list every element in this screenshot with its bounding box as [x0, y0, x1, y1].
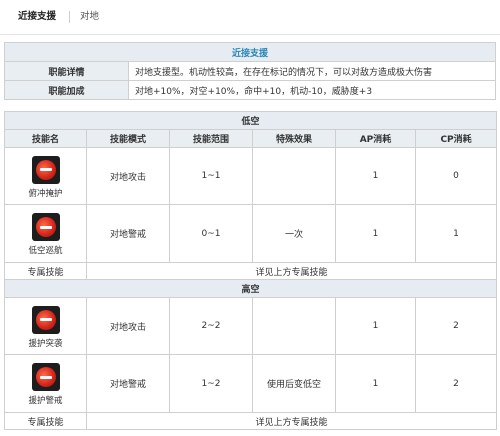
- red-disc-skill-icon: [31, 305, 60, 334]
- skill-name: 低空巡航: [28, 246, 63, 256]
- skill-mode: 对地警戒: [86, 354, 170, 413]
- tab-close-support[interactable]: 近接支援: [18, 0, 56, 34]
- col-skill-mode: 技能模式: [86, 129, 170, 148]
- special-effect: 一次: [252, 204, 336, 263]
- exclusive-skill-label: 专属技能: [4, 412, 87, 430]
- column-header-row: 技能名 技能模式 技能范围 特殊效果 AP消耗 CP消耗: [4, 129, 498, 148]
- special-effect: [252, 297, 336, 355]
- exclusive-skill-note: 详见上方专属技能: [85, 262, 498, 280]
- role-bonus-value: 对地+10%，对空+10%，命中+10，机动-10，威胁度+3: [128, 80, 496, 100]
- exclusive-skill-note: 详见上方专属技能: [85, 412, 498, 430]
- role-detail-label: 职能详情: [4, 61, 129, 81]
- col-skill-name: 技能名: [4, 129, 87, 148]
- exclusive-skill-label: 专属技能: [4, 262, 87, 280]
- skill-mode: 对地攻击: [86, 297, 170, 355]
- cp-cost: 0: [414, 147, 498, 205]
- special-effect: [252, 147, 336, 205]
- ap-cost: 1: [335, 354, 416, 413]
- ap-cost: 1: [335, 204, 416, 263]
- skill-name: 俯冲掩护: [28, 188, 63, 199]
- cp-cost: 2: [414, 297, 498, 355]
- col-special-effect: 特殊效果: [252, 129, 336, 148]
- skill-range: 1~2: [169, 354, 253, 413]
- tab-ground[interactable]: 对地: [80, 0, 99, 34]
- table-row: 俯冲掩护 对地攻击 1~1 1 0: [4, 147, 498, 205]
- table-row: 援护突袭 对地攻击 2~2 1 2: [4, 297, 498, 355]
- role-bonus-label: 职能加成: [4, 80, 129, 100]
- red-disc-skill-icon: [31, 363, 60, 391]
- skill-name: 援护警戒: [28, 396, 63, 406]
- red-disc-skill-icon: [31, 213, 60, 241]
- skills-table: 低空 技能名 技能模式 技能范围 特殊效果 AP消耗 CP消耗 俯冲掩护 对地攻…: [3, 111, 498, 430]
- cp-cost: 2: [414, 354, 498, 413]
- special-effect: 使用后变低空: [252, 354, 336, 413]
- skill-name-cell: 援护突袭: [4, 297, 87, 355]
- skill-range: 0~1: [169, 204, 253, 263]
- cp-cost: 1: [414, 204, 498, 263]
- role-info-table: 近接支援 职能详情 对地支援型。机动性较高，在存在标记的情况下，可以对敌方造成极…: [4, 42, 496, 100]
- table-row: 低空巡航 对地警戒 0~1 一次 1 1: [4, 204, 498, 263]
- skill-mode: 对地攻击: [86, 147, 170, 205]
- skill-name-cell: 俯冲掩护: [4, 147, 87, 205]
- ap-cost: 1: [335, 297, 416, 355]
- exclusive-skill-row: 专属技能 详见上方专属技能: [4, 412, 498, 430]
- skill-name: 援护突袭: [28, 338, 63, 349]
- table-row: 援护警戒 对地警戒 1~2 使用后变低空 1 2: [4, 354, 498, 413]
- ap-cost: 1: [335, 147, 416, 205]
- skill-name-cell: 援护警戒: [4, 354, 87, 413]
- col-ap-cost: AP消耗: [335, 129, 416, 148]
- col-skill-range: 技能范围: [169, 129, 253, 148]
- role-detail-value: 对地支援型。机动性较高，在存在标记的情况下，可以对敌方造成极大伤害: [128, 61, 496, 81]
- red-disc-skill-icon: [31, 155, 60, 184]
- role-info-header: 近接支援: [4, 42, 496, 62]
- high-altitude-header: 高空: [3, 279, 498, 298]
- skill-mode: 对地警戒: [86, 204, 170, 263]
- exclusive-skill-row: 专属技能 详见上方专属技能: [4, 262, 498, 280]
- skill-range: 1~1: [169, 147, 253, 205]
- skill-name-cell: 低空巡航: [4, 204, 87, 263]
- col-cp-cost: CP消耗: [414, 129, 498, 148]
- skill-range: 2~2: [169, 297, 253, 355]
- low-altitude-header: 低空: [3, 111, 498, 130]
- tab-bar: 近接支援 对地: [0, 0, 500, 35]
- tab-divider: [69, 11, 70, 23]
